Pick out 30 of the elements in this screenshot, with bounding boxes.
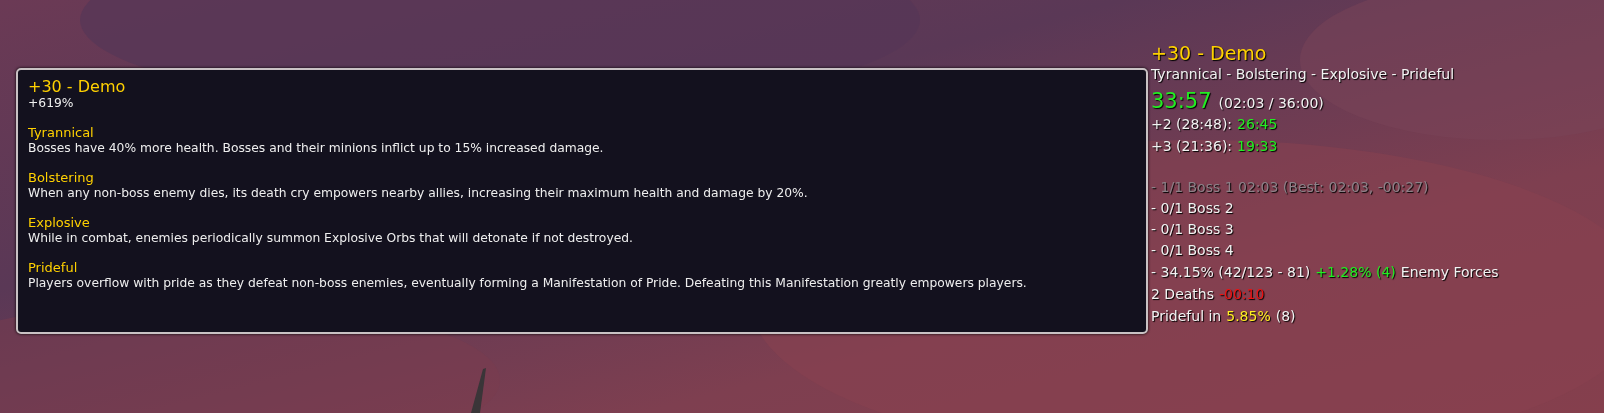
- gain-text: +1.28% (4): [1315, 263, 1396, 282]
- objective-text: - 0/1 Boss 3: [1151, 220, 1235, 239]
- tracker-text: (8): [1275, 307, 1296, 326]
- bonus-text: +619%: [28, 96, 75, 111]
- objective-text: - 0/1 Boss 2: [1151, 199, 1235, 218]
- penalty-text: -00:10: [1219, 285, 1265, 304]
- tracker-text: Prideful in: [1151, 307, 1222, 326]
- chest-label: +2 (28:48):: [1151, 115, 1233, 134]
- elapsed-text: (02:03 / 36:00): [1218, 95, 1324, 111]
- affix-name: Explosive: [28, 215, 91, 231]
- progress-text: 5.85%: [1226, 307, 1271, 326]
- keystone-title: +30 - Demo: [1151, 42, 1268, 64]
- chest-label: +3 (21:36):: [1151, 137, 1233, 156]
- affix-name: Prideful: [28, 260, 79, 276]
- tracker-text: 2 Deaths: [1151, 285, 1214, 304]
- keystone-title: +30 - Demo: [28, 78, 127, 96]
- affix-name: Tyrannical: [28, 125, 95, 141]
- affix-name: Bolstering: [28, 170, 95, 186]
- timer-text: 33:57: [1151, 89, 1212, 113]
- affix-description: While in combat, enemies periodically summon Explosive Orbs that will detonate if not destroyed.: [28, 231, 634, 246]
- affix-list: Tyrannical - Bolstering - Explosive - Prideful: [1151, 64, 1499, 85]
- tracker-text: Enemy Forces: [1400, 263, 1499, 282]
- tracker-text: - 34.15% (42/123 - 81): [1151, 263, 1311, 282]
- chest-time: 26:45: [1237, 115, 1278, 134]
- affix-description: Bosses have 40% more health. Bosses and their minions inflict up to 15% increased damage.: [28, 141, 605, 156]
- chest-time: 19:33: [1237, 137, 1278, 156]
- objective-text: - 1/1 Boss 1 02:03 (Best: 02:03, -00:27): [1151, 178, 1430, 197]
- affix-description: When any non-boss enemy dies, its death cry empowers nearby allies, increasing their maximum health and damage by 20%.: [28, 186, 809, 201]
- affix-description: Players overflow with pride as they defeat non-boss enemies, eventually forming a Manifestation of Pride. Defeating this Manifestation greatly empowers players.: [28, 276, 1028, 291]
- objective-text: - 0/1 Boss 4: [1151, 241, 1235, 260]
